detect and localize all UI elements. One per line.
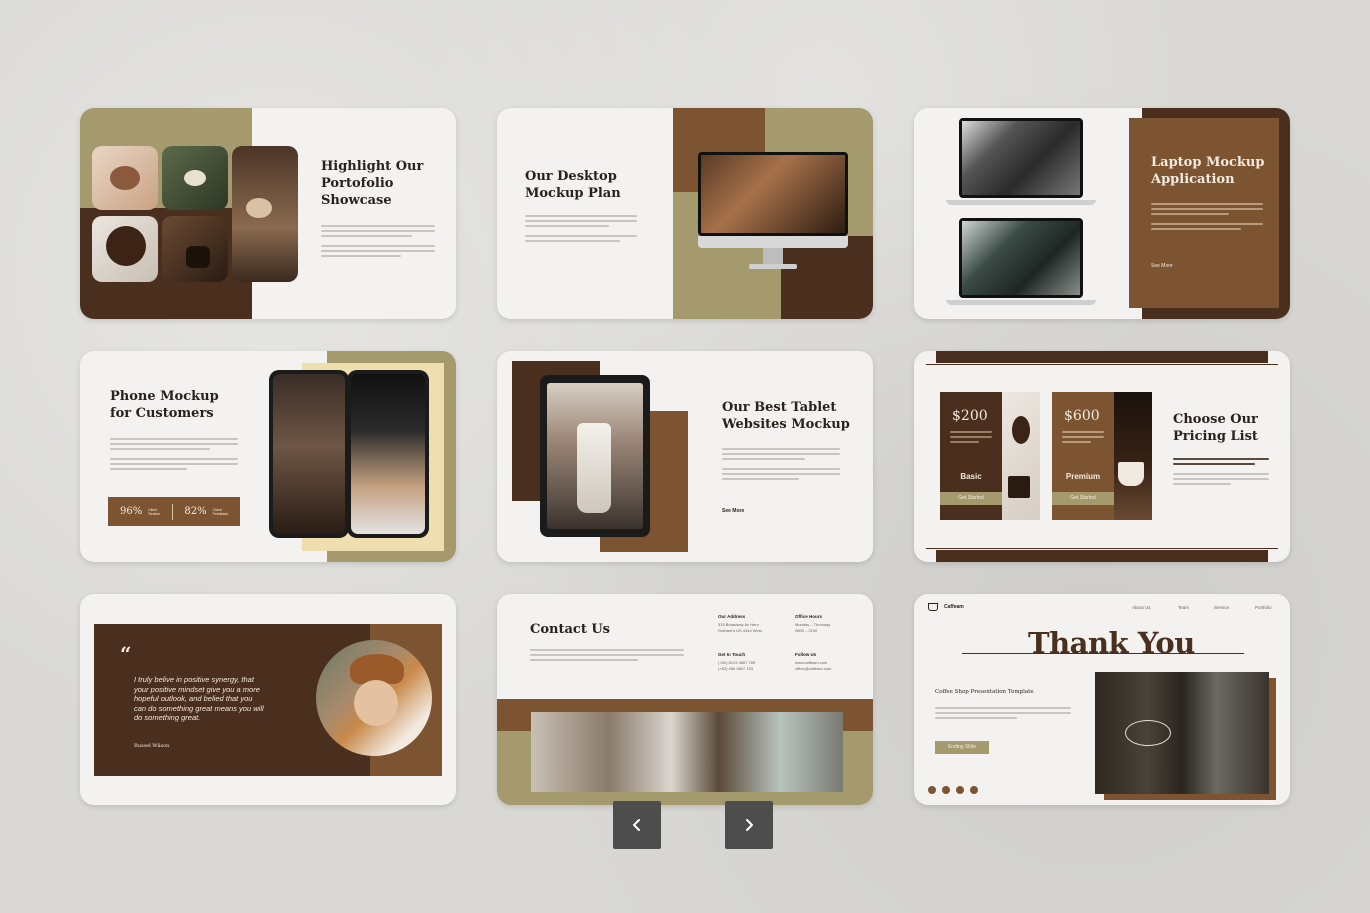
plan-features (1052, 424, 1114, 443)
stat-label: Client Review (148, 507, 160, 516)
body-text (110, 435, 238, 473)
quote-icon: “ (120, 642, 132, 666)
follow-block: Follow Us www.caffeam.com office@caffeam.… (795, 652, 832, 671)
nav-portfolio[interactable]: Portfolio (1255, 605, 1272, 610)
dark-brown-block (781, 236, 873, 319)
slide-title: Our Desktop Mockup Plan (525, 169, 621, 201)
slide-testimonial[interactable]: “ I truly belive in positive synergy, th… (80, 594, 456, 805)
bottom-rule (926, 548, 1278, 549)
slide-laptop-mockup[interactable]: Laptop Mockup Application See More (914, 108, 1290, 319)
subtitle: Coffee Shop Presentation Template (935, 689, 1034, 695)
tablet (540, 375, 650, 537)
nav-team[interactable]: Team (1178, 605, 1189, 610)
slide-title: Our Best Tablet Websites Mockup (722, 400, 850, 432)
plan-name: Basic (960, 472, 982, 481)
body-text (935, 704, 1071, 722)
body-text (1173, 455, 1269, 488)
portrait-photo (316, 640, 432, 756)
laptop-screen-top (959, 118, 1083, 198)
brewing-photo (162, 216, 228, 282)
social-icon[interactable] (928, 786, 936, 794)
slide-title: Contact Us (530, 622, 610, 637)
coffee-table-photo (162, 146, 228, 210)
monitor-stand (763, 248, 783, 264)
slide-desktop-mockup[interactable]: Our Desktop Mockup Plan (497, 108, 873, 319)
slide-phone-mockup[interactable]: Phone Mockup for Customers 96% Client Rev… (80, 351, 456, 562)
slide-title: Phone Mockup for Customers (110, 389, 219, 421)
plan-name: Premium (1065, 472, 1101, 481)
desktop-monitor (698, 152, 848, 236)
quote-author: Russel Wilson (134, 743, 170, 749)
coffee-beans-photo (92, 216, 158, 282)
monitor-base (749, 264, 797, 269)
stat-value: 96% (120, 506, 143, 517)
coffee-cup-icon (928, 603, 938, 611)
bottom-band (936, 550, 1268, 562)
latte-photo (232, 146, 298, 282)
laptop-base-bottom (946, 300, 1096, 305)
see-more-link[interactable]: See More (722, 508, 744, 514)
slide-portfolio-showcase[interactable]: Highlight Our Portofolio Showcase (80, 108, 456, 319)
quote-text: I truly belive in positive synergy, that… (134, 675, 264, 722)
phone-right (347, 370, 429, 538)
body-text (530, 646, 684, 664)
plan-card-basic[interactable]: $200 Basic Get Started (940, 392, 1002, 520)
plan-price: $200 (952, 408, 988, 424)
cafe-door-photo (1095, 672, 1269, 794)
social-icon[interactable] (970, 786, 978, 794)
title-underline (962, 653, 1244, 654)
laptop-screen-bottom (959, 218, 1083, 298)
plan-price: $600 (1064, 408, 1100, 424)
hours-block: Office Hours Monday – Thursday 0800 – 210… (795, 614, 831, 633)
get-started-button[interactable]: Get Started (940, 492, 1002, 505)
address-block: Our Address 333 Broadway Av Hero Gotham's… (718, 614, 762, 633)
slide-title: Highlight Our Portofolio Showcase (321, 159, 424, 208)
nav-about[interactable]: About Us (1132, 605, 1151, 610)
phone-left (269, 370, 349, 538)
body-text (722, 445, 840, 483)
thank-you-title: Thank You (1028, 626, 1195, 660)
slide-thank-you[interactable]: Caffeam About Us Team Service Portfolio … (914, 594, 1290, 805)
coffee-cup-photo (1114, 392, 1152, 520)
laptop-base-top (946, 200, 1096, 205)
slide-contact-us[interactable]: Contact Us Our Address 333 Broadway Av H… (497, 594, 873, 805)
plan-features (940, 424, 1002, 443)
stat-label: Client Feedback (212, 507, 228, 516)
body-text (321, 222, 435, 260)
plan-card-premium[interactable]: $600 Premium Get Started (1052, 392, 1114, 520)
chevron-right-icon (746, 819, 753, 831)
social-icon[interactable] (956, 786, 964, 794)
ending-slide-button[interactable]: Ending Slide (935, 741, 989, 754)
previous-button[interactable] (613, 801, 661, 849)
stats-bar: 96% Client Review 82% Client Feedback (108, 497, 240, 526)
top-band (936, 351, 1268, 363)
touch-block: Get In Touch (+62) 8123 4567 789 (+62) 45… (718, 652, 756, 671)
brand-name: Caffeam (944, 604, 964, 610)
cafe-interior-photo (531, 712, 843, 792)
divider (171, 503, 173, 520)
top-rule (926, 364, 1278, 365)
body-text (525, 212, 637, 245)
slide-title: Choose Our Pricing List (1173, 412, 1258, 444)
get-started-button[interactable]: Get Started (1052, 492, 1114, 505)
coffee-beans-photo (1002, 392, 1040, 520)
chevron-left-icon (633, 819, 640, 831)
slide-title: Laptop Mockup Application (1151, 155, 1265, 187)
stat-value: 82% (184, 506, 207, 517)
see-more-link[interactable]: See More (1151, 263, 1173, 269)
slide-pricing-list[interactable]: $200 Basic Get Started $600 Premium Get … (914, 351, 1290, 562)
monitor-chin (698, 236, 848, 248)
slide-tablet-mockup[interactable]: Our Best Tablet Websites Mockup See More (497, 351, 873, 562)
almonds-photo (92, 146, 158, 210)
nav-service[interactable]: Service (1214, 605, 1229, 610)
social-icon[interactable] (942, 786, 950, 794)
next-button[interactable] (725, 801, 773, 849)
body-text (1151, 200, 1263, 233)
